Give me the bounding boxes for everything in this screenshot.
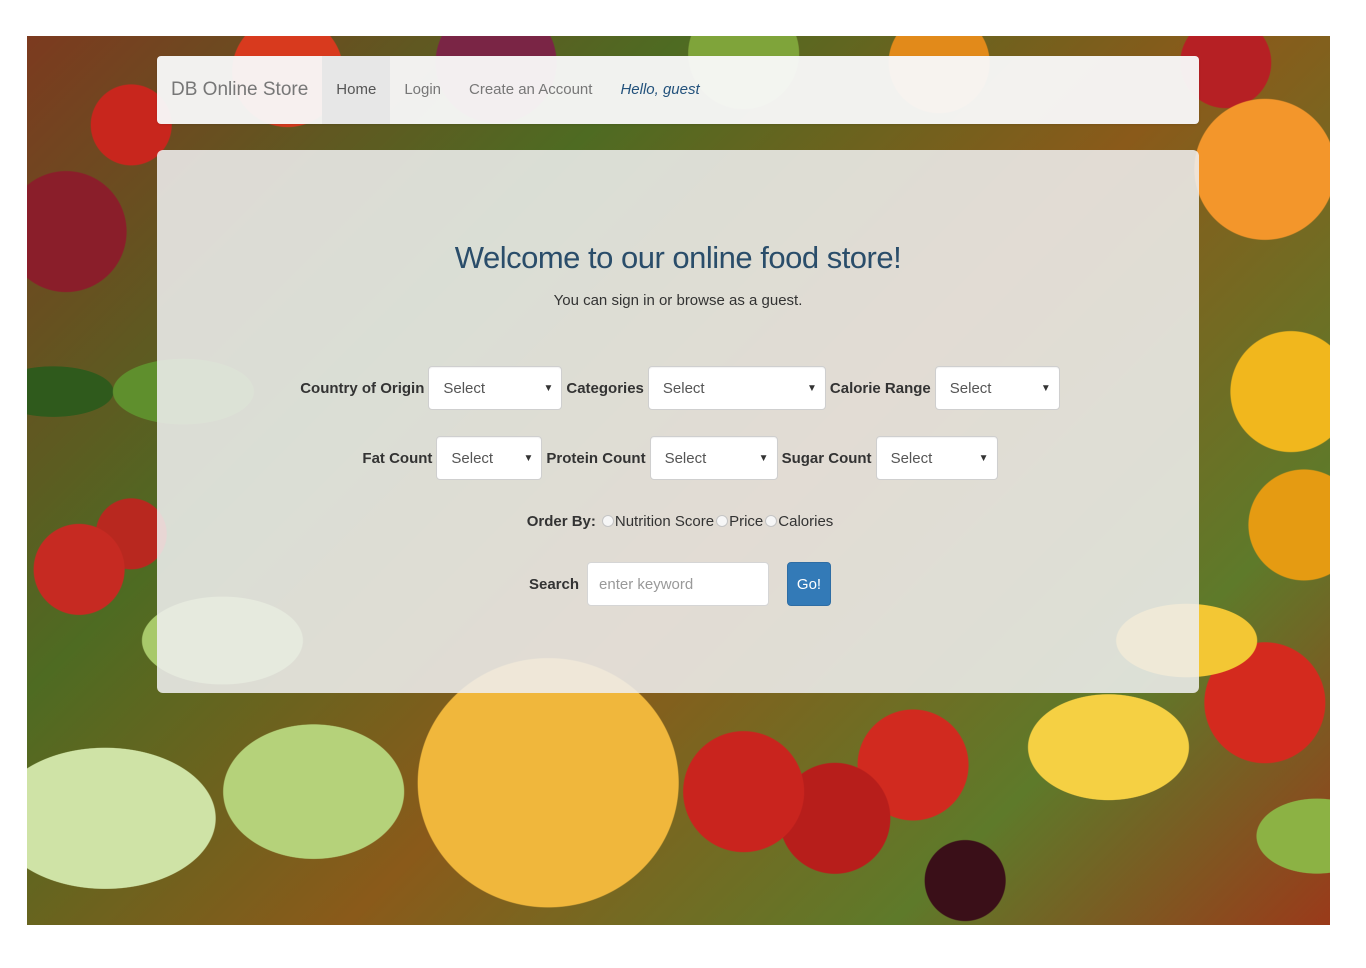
- chevron-down-icon: ▼: [978, 452, 989, 464]
- sugar-select[interactable]: Select ▼: [875, 436, 998, 480]
- sugar-label: Sugar Count: [781, 449, 872, 467]
- country-label: Country of Origin: [300, 379, 425, 397]
- welcome-panel: Welcome to our online food store! You ca…: [157, 150, 1199, 693]
- order-by-row: Order By: Nutrition Score Price Calories: [157, 508, 1199, 534]
- search-row: Search enter keyword Go!: [157, 562, 1199, 606]
- page-title: Welcome to our online food store!: [454, 240, 902, 275]
- radio-nutrition-score[interactable]: [601, 515, 614, 527]
- chevron-down-icon: ▼: [807, 382, 817, 394]
- nav-home[interactable]: Home: [322, 56, 391, 124]
- calorie-select-value: Select: [949, 379, 992, 397]
- radio-label-nutrition-score: Nutrition Score: [614, 512, 715, 530]
- country-select[interactable]: Select ▼: [428, 366, 563, 410]
- go-button[interactable]: Go!: [787, 562, 832, 606]
- filter-row-1: Country of Origin Select ▼ Categories Se…: [157, 366, 1199, 410]
- radio-price[interactable]: [716, 515, 729, 527]
- fat-select-value: Select: [451, 449, 494, 467]
- fat-select[interactable]: Select ▼: [436, 436, 543, 480]
- filter-row-2: Fat Count Select ▼ Protein Count Select …: [157, 436, 1199, 480]
- sugar-select-value: Select: [890, 449, 933, 467]
- nav-create-account[interactable]: Create an Account: [455, 56, 606, 124]
- nav-login[interactable]: Login: [390, 56, 455, 124]
- chevron-down-icon: ▼: [1040, 382, 1051, 394]
- calorie-select[interactable]: Select ▼: [934, 366, 1060, 410]
- fat-label: Fat Count: [362, 449, 433, 467]
- categories-select-value: Select: [662, 379, 705, 397]
- protein-label: Protein Count: [546, 449, 646, 467]
- search-input[interactable]: enter keyword: [587, 562, 770, 606]
- brand-link[interactable]: DB Online Store: [157, 56, 322, 124]
- chevron-down-icon: ▼: [523, 452, 534, 464]
- search-label: Search: [528, 575, 580, 593]
- chevron-down-icon: ▼: [758, 452, 769, 464]
- radio-label-calories: Calories: [778, 512, 834, 530]
- categories-select[interactable]: Select ▼: [647, 366, 826, 410]
- chevron-down-icon: ▼: [543, 382, 554, 394]
- radio-label-price: Price: [729, 512, 764, 530]
- search-placeholder: enter keyword: [599, 575, 694, 593]
- order-by-label: Order By:: [526, 512, 596, 530]
- calorie-label: Calorie Range: [829, 379, 931, 397]
- page-subtitle: You can sign in or browse as a guest.: [553, 292, 803, 309]
- country-select-value: Select: [443, 379, 486, 397]
- greeting-text: Hello, guest: [620, 81, 700, 98]
- categories-label: Categories: [566, 379, 644, 397]
- navbar: DB Online Store Home Login Create an Acc…: [157, 56, 1199, 124]
- protein-select-value: Select: [664, 449, 707, 467]
- radio-calories[interactable]: [765, 515, 778, 527]
- protein-select[interactable]: Select ▼: [649, 436, 778, 480]
